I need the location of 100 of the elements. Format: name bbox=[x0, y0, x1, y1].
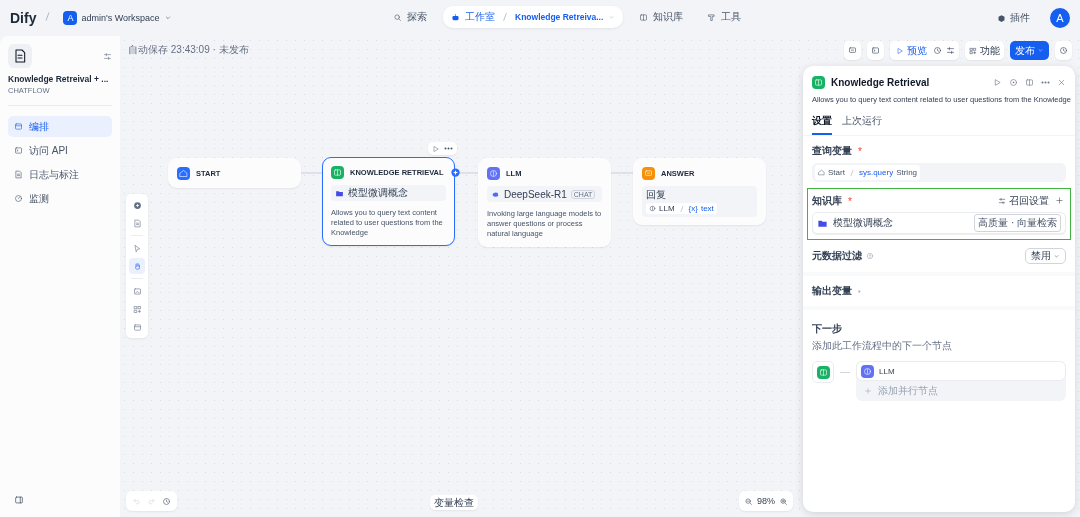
history-icon bbox=[162, 496, 171, 506]
variable-icon: {x} bbox=[688, 204, 698, 213]
robot-icon bbox=[451, 12, 460, 22]
home-icon bbox=[818, 169, 825, 176]
features-button[interactable]: 功能 bbox=[965, 41, 1004, 60]
required-mark: * bbox=[848, 195, 852, 207]
variable-name: text bbox=[700, 204, 714, 213]
chevron-down-icon bbox=[1037, 47, 1044, 54]
play-icon bbox=[896, 46, 904, 55]
next-node[interactable]: LLM bbox=[856, 361, 1066, 381]
book-icon bbox=[1025, 78, 1034, 87]
chevron-down-icon bbox=[1053, 252, 1060, 260]
terminal-icon bbox=[14, 146, 23, 155]
help-icon bbox=[866, 252, 874, 260]
tool-button[interactable] bbox=[129, 258, 145, 274]
chat-icon bbox=[848, 46, 857, 55]
export-image-icon bbox=[132, 286, 142, 296]
section-title: 下一步 bbox=[812, 323, 842, 334]
panel-toggle-icon bbox=[14, 495, 24, 505]
publish-button[interactable]: 发布 bbox=[1010, 41, 1049, 60]
history-icon bbox=[1059, 46, 1068, 55]
panel-tab[interactable]: 设置 bbox=[812, 114, 832, 135]
variable-source: Start bbox=[828, 168, 845, 177]
workspace-switcher[interactable]: A admin's Workspace bbox=[63, 11, 172, 25]
panel-title: Knowledge Retrieval bbox=[831, 77, 930, 88]
switch-icon bbox=[103, 52, 112, 61]
checklist-icon bbox=[946, 46, 955, 55]
field-label: 查询变量 bbox=[812, 144, 852, 158]
variable-inspect-button[interactable]: 变量检查 bbox=[430, 495, 478, 510]
separator-icon bbox=[677, 204, 686, 213]
redo-icon bbox=[147, 496, 156, 506]
recall-settings-button[interactable]: 召回设置 bbox=[998, 194, 1049, 208]
chevron-down-icon bbox=[163, 14, 172, 22]
layout-icon bbox=[14, 122, 23, 131]
workspace-name: admin's Workspace bbox=[81, 13, 160, 23]
hammer-icon bbox=[707, 12, 717, 22]
knowledge-item[interactable]: 模型微调概念 高质量 · 向量检索 bbox=[812, 212, 1066, 234]
folder-icon bbox=[335, 188, 344, 198]
plus-icon bbox=[1055, 195, 1064, 205]
variable-name: sys.query bbox=[858, 168, 894, 177]
zoom-in-icon bbox=[779, 496, 788, 506]
app-logo[interactable]: Dify bbox=[10, 10, 37, 26]
minimap-icon bbox=[132, 322, 142, 332]
add-button[interactable] bbox=[1053, 195, 1066, 207]
nav-label: 知识库 bbox=[653, 10, 684, 24]
dataset-name: 模型微调概念 bbox=[348, 186, 408, 200]
separator-icon bbox=[847, 168, 856, 177]
add-node-icon bbox=[132, 200, 142, 210]
nav-tab[interactable]: 工作室 Knowledge Retreiva... bbox=[443, 6, 624, 28]
nav-label: 工具 bbox=[721, 10, 742, 24]
nav-tab[interactable]: 知识库 bbox=[631, 6, 692, 28]
query-variable-field[interactable]: Start sys.query String bbox=[812, 163, 1066, 182]
gauge-icon bbox=[14, 194, 23, 203]
sidebar-item[interactable]: 监测 bbox=[8, 188, 112, 209]
nav-tab[interactable]: 探索 bbox=[385, 6, 435, 28]
log-icon bbox=[14, 170, 23, 179]
required-mark: * bbox=[858, 145, 862, 157]
user-avatar[interactable]: A bbox=[1050, 8, 1070, 28]
env-icon bbox=[871, 46, 880, 55]
variable-source: LLM bbox=[659, 204, 675, 213]
env-button[interactable] bbox=[867, 41, 884, 60]
cube-icon bbox=[997, 13, 1006, 23]
model-name: DeepSeek-R1 bbox=[504, 188, 567, 200]
close-icon bbox=[1057, 78, 1066, 87]
app-name: Knowledge Retreival + ... bbox=[8, 74, 110, 84]
organize-icon bbox=[132, 304, 142, 314]
nav-tab[interactable]: 工具 bbox=[699, 6, 750, 28]
field-label: 知识库 bbox=[812, 194, 842, 208]
pointer-icon bbox=[132, 243, 142, 253]
knowledge-name: 模型微调概念 bbox=[833, 216, 893, 230]
plugins-button[interactable]: 插件 bbox=[991, 10, 1036, 26]
plus-icon bbox=[864, 387, 872, 395]
filter-select[interactable]: 禁用 bbox=[1025, 248, 1066, 264]
undo-icon bbox=[132, 496, 141, 506]
autosave-status: 自动保存 23:43:09 · 未发布 bbox=[128, 43, 249, 57]
zoom-level[interactable]: 98% bbox=[757, 496, 775, 506]
workspace-avatar: A bbox=[63, 11, 78, 25]
answer-label: 回复 bbox=[646, 188, 667, 202]
sliders-icon bbox=[998, 197, 1006, 205]
section-hint: 添加此工作流程中的下一个节点 bbox=[812, 339, 953, 353]
panel-tab[interactable]: 上次运行 bbox=[842, 114, 882, 135]
sidebar-item[interactable]: 日志与标注 bbox=[8, 164, 112, 185]
chevron-down-icon bbox=[608, 13, 616, 21]
zoom-out-icon bbox=[744, 496, 753, 506]
nav-label: 工作室 bbox=[465, 10, 495, 24]
add-handle-icon[interactable] bbox=[451, 168, 460, 177]
note-icon bbox=[132, 218, 142, 228]
preview-button[interactable]: 预览 bbox=[894, 43, 929, 58]
features-icon bbox=[969, 46, 977, 55]
history-icon bbox=[933, 46, 942, 55]
separator-icon bbox=[500, 12, 510, 22]
sidebar-item[interactable]: 访问 API bbox=[8, 140, 112, 161]
variable-type: String bbox=[896, 168, 918, 177]
sidebar-item[interactable]: 编排 bbox=[8, 116, 112, 137]
chat-variable-button[interactable] bbox=[844, 41, 861, 60]
output-variables-toggle[interactable]: 输出变量 bbox=[812, 284, 852, 298]
play-icon bbox=[432, 144, 440, 153]
hand-icon bbox=[132, 261, 142, 271]
retrieval-tag: 高质量 · 向量检索 bbox=[974, 214, 1061, 232]
version-history-button[interactable] bbox=[1055, 41, 1072, 60]
